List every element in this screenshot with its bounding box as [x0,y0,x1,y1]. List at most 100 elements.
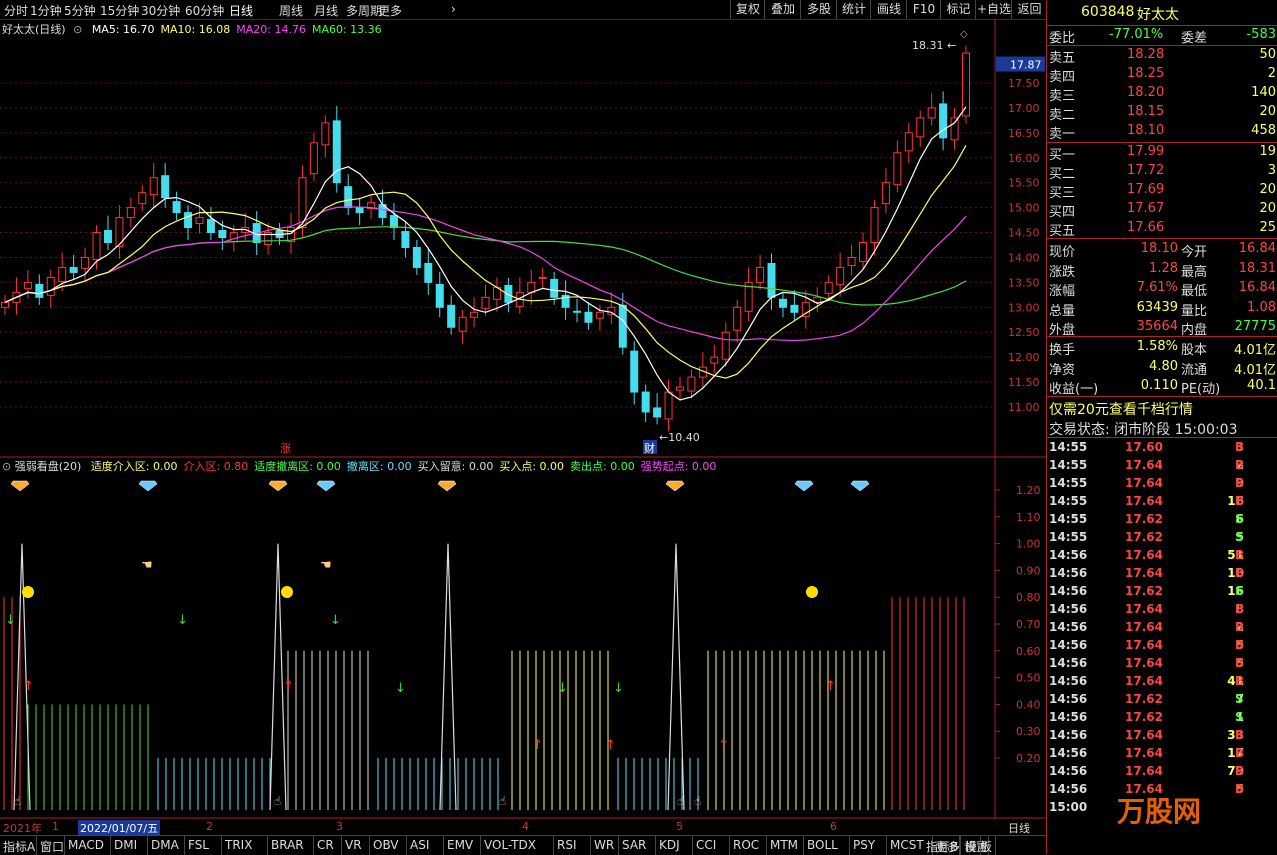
chevron-right-icon[interactable]: › [451,2,456,16]
indicator-tab-0[interactable]: 指标A [3,838,35,855]
stat-value: 40.1 [1247,378,1276,393]
indicator-tab-2[interactable]: MACD [68,838,104,852]
indicator-tab-28[interactable]: 板 [980,838,992,855]
period-tab-6[interactable]: 日线 [229,2,253,19]
up-arrow-icon: ↑ [718,738,729,753]
up-arrow-icon: ↑ [605,738,616,753]
date-axis-period[interactable]: 日线 [1008,820,1030,836]
period-tab-3[interactable]: 15分钟 [100,2,139,19]
diamond-gem-icon [437,480,457,492]
stat-label: 最高 [1181,264,1208,280]
candle-body [69,266,78,273]
indicator-tab-9[interactable]: VR [345,838,362,852]
sub-indicator-label-5: 买入点: 0.00 [499,460,565,473]
indicator-tab-1[interactable]: 窗口 [40,838,64,855]
tick-row: 14:56 17.64 2 B [1047,619,1277,637]
indicator-tab-6[interactable]: TRIX [225,838,252,852]
stat-row-stats-4: 外盘 35664 内盘 27775 [1047,318,1277,338]
settings-circle-icon[interactable]: ⊙ [2,460,11,473]
indicator-tab-11[interactable]: ASI [410,838,429,852]
period-tab-0[interactable]: 分时 [4,2,28,19]
stat-row-stats2-0: 换手 1.58% 股本 4.01亿 [1047,338,1277,358]
toolbar-button-6[interactable]: 标记 [940,0,976,19]
candle-body [149,177,158,196]
toolbar-button-1[interactable]: 叠加 [764,0,801,19]
indicator-tab-17[interactable]: KDJ [659,838,680,852]
indicator-tab-3[interactable]: DMI [114,838,137,852]
watermark-logo: 万股网 [1117,795,1202,828]
tick-time: 14:55 [1049,530,1088,544]
tick-direction: S [1235,692,1244,706]
stat-row-stats2-1: 净资 4.80 流通 4.01亿 [1047,358,1277,378]
ask-volume: 20 [1259,104,1276,119]
stat-label: 量比 [1181,303,1208,319]
tick-price: 17.64 [1125,548,1163,562]
kline-chart[interactable]: 17.50 17.00 16.50 16.00 15.50 15.00 14.50 14.00… [0,19,1046,819]
down-arrow-icon: ↓ [5,613,16,628]
bid-label: 买五 [1049,224,1076,239]
indicator-tab-19[interactable]: ROC [733,838,759,852]
candle-body [481,296,490,309]
indicator-tab-20[interactable]: MTM [770,838,798,852]
down-arrow-icon: ↓ [557,681,568,696]
indicator-tab-13[interactable]: VOL-TDX [484,838,536,852]
toolbar-button-3[interactable]: 统计 [836,0,871,19]
indicator-tab-12[interactable]: EMV [447,838,473,852]
sub-tick-label: 0.40 [1016,698,1041,711]
indicator-tab-15[interactable]: WR [594,838,614,852]
indicator-tab-26[interactable]: 指标B [926,838,958,855]
period-tab-4[interactable]: 30分钟 [141,2,180,19]
stat-row-stats-1: 涨跌 1.28 最高 18.31 [1047,260,1277,280]
tick-direction: B [1235,494,1245,508]
toolbar-button-7[interactable]: +自选 [975,0,1012,19]
date-axis: 2021年 1 2022/01/07/五 2 3 4 5 6 日线 [0,819,1046,836]
settings-circle-icon[interactable]: ⊙ [73,23,82,36]
stat-row-stats-3: 总量 63439 量比 1.08 [1047,299,1277,319]
tick-price: 17.64 [1125,566,1163,580]
tick-direction: B [1235,656,1245,670]
candle-body [767,262,776,298]
promo-row[interactable]: 仅需20元查看千档行情 [1047,398,1277,419]
indicator-tab-8[interactable]: CR [317,838,334,852]
period-tab-5[interactable]: 60分钟 [185,2,224,19]
cai-marker: 财 [644,441,655,455]
stat-value: 16.84 [1238,280,1276,295]
indicator-tab-22[interactable]: PSY [853,838,875,852]
indicator-tab-4[interactable]: DMA [151,838,179,852]
date-axis-label-2: 2022/01/07/五 [78,820,161,836]
toolbar-button-4[interactable]: 画线 [870,0,907,19]
sub-indicator-label-7: 强势起点: 0.00 [640,460,717,473]
ask-volume: 458 [1251,123,1276,138]
indicator-tab-10[interactable]: OBV [373,838,399,852]
candle-body [607,306,616,315]
promo-link[interactable]: 仅需20元查看千档行情 [1049,399,1193,419]
period-tab-2[interactable]: 5分钟 [64,2,96,19]
toolbar-button-8[interactable]: 返回 [1011,0,1047,19]
candle-body [389,215,398,229]
toolbar-button-5[interactable]: F10 [906,0,941,19]
indicator-tab-18[interactable]: CCI [696,838,716,852]
period-tab-10[interactable]: 更多 [378,2,402,19]
tick-direction: B [1235,728,1245,742]
toolbar-button-0[interactable]: 复权 [730,0,765,19]
stat-label: 流通 [1181,362,1208,378]
date-axis-label-3: 2 [206,820,213,833]
period-tab-9[interactable]: 多周期 [346,2,382,19]
candle-body [81,256,90,269]
indicator-tab-7[interactable]: BRAR [271,838,304,852]
indicator-tab-27[interactable]: 模 [965,838,977,855]
period-tab-8[interactable]: 月线 [314,2,338,19]
indicator-tab-23[interactable]: MCST [890,838,924,852]
candle-body [962,52,970,117]
period-tab-1[interactable]: 1分钟 [30,2,62,19]
stat-value: 63439 [1136,299,1178,315]
candles [1,45,970,432]
ma-label-0: MA5: 16.70 [91,23,155,36]
tick-direction: B [1235,782,1245,796]
period-tab-7[interactable]: 周线 [279,2,303,19]
indicator-tab-14[interactable]: RSI [557,838,577,852]
toolbar-button-2[interactable]: 多股 [800,0,837,19]
indicator-tab-21[interactable]: BOLL [807,838,838,852]
indicator-tab-5[interactable]: FSL [188,838,209,852]
indicator-tab-16[interactable]: SAR [622,838,646,852]
